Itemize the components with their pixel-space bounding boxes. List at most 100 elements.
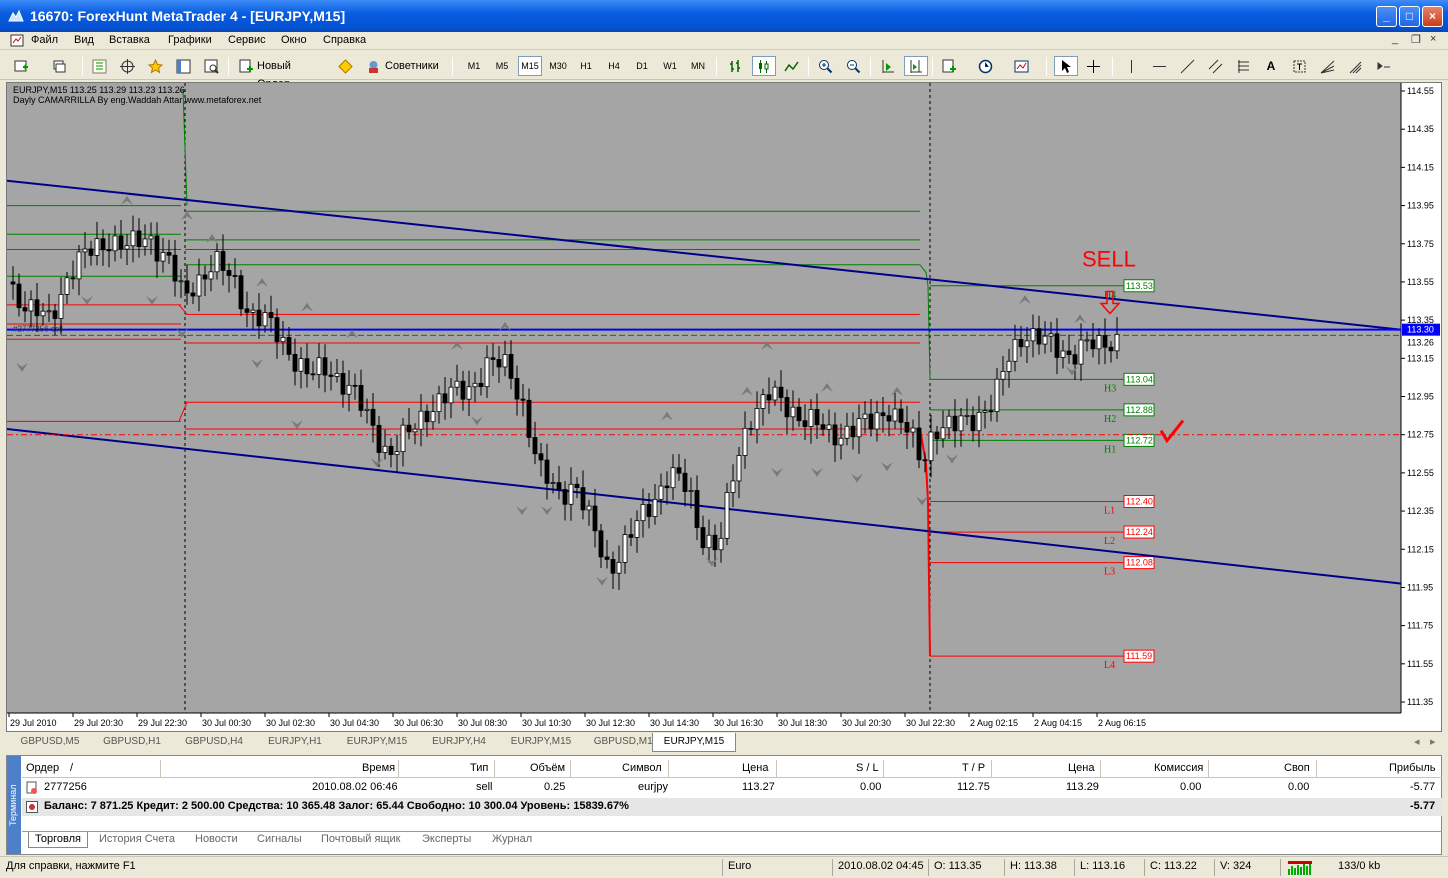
trendline-tool-button[interactable] <box>1176 56 1198 76</box>
chart-shift-button[interactable] <box>904 56 928 76</box>
favorites-button[interactable] <box>144 56 166 76</box>
maximize-button[interactable]: □ <box>1399 6 1420 27</box>
timeframe-m30[interactable]: M30 <box>546 56 570 76</box>
chart-tab-eurjpy-m15[interactable]: EURJPY,M15 <box>336 733 418 751</box>
col-order[interactable]: Ордер <box>26 762 59 774</box>
close-button[interactable]: × <box>1422 6 1443 27</box>
col-current-price[interactable]: Цена <box>1068 762 1094 774</box>
expert-advisors-button[interactable]: Советники <box>362 56 446 76</box>
timeframe-mn[interactable]: MN <box>686 56 710 76</box>
mdi-close-icon[interactable]: × <box>1430 33 1436 45</box>
terminal-tab-experts[interactable]: Эксперты <box>422 833 471 845</box>
timeframe-w1[interactable]: W1 <box>658 56 682 76</box>
chart-tab-eurjpy-m15-active[interactable]: EURJPY,M15 <box>652 733 736 752</box>
chart-tab-eurjpy-h4[interactable]: EURJPY,H4 <box>420 733 498 751</box>
col-tp[interactable]: T / P <box>962 762 985 774</box>
menu-insert[interactable]: Вставка <box>109 34 150 46</box>
chart-tab-eurjpy-m15-2[interactable]: EURJPY,M15 <box>500 733 582 751</box>
terminal-tab-mailbox[interactable]: Почтовый ящик <box>321 833 400 845</box>
terminal-side-label[interactable]: Терминал <box>7 756 21 854</box>
new-chart-button[interactable] <box>10 56 44 76</box>
candle-body <box>796 406 802 422</box>
candle-body <box>496 359 502 368</box>
timeframe-m1[interactable]: M1 <box>462 56 486 76</box>
chart-window[interactable]: 114.55 114.35 114.15 113.95 113.75 113.55 113.… <box>6 82 1442 732</box>
bar-chart-button[interactable] <box>724 56 748 76</box>
tabs-scroll-left-icon[interactable]: ◂ <box>1414 735 1420 748</box>
templates-button[interactable] <box>1010 56 1040 76</box>
col-sl[interactable]: S / L <box>856 762 879 774</box>
terminal-tab-account-history[interactable]: История Счета <box>99 833 175 845</box>
indicators-button[interactable] <box>938 56 968 76</box>
col-type[interactable]: Тип <box>470 762 488 774</box>
chart-tab-eurjpy-h1[interactable]: EURJPY,H1 <box>256 733 334 751</box>
camarilla-transition <box>178 402 188 422</box>
new-order-button[interactable]: Новый Ордер <box>234 56 330 90</box>
line-chart-button[interactable] <box>780 56 804 76</box>
horizontal-line-tool-button[interactable] <box>1148 56 1170 76</box>
vertical-line-tool-button[interactable] <box>1120 56 1142 76</box>
terminal-button[interactable] <box>172 56 194 76</box>
chart-tab-gbpusd-h4[interactable]: GBPUSD,H4 <box>174 733 254 751</box>
fib-fan-tool-button[interactable] <box>1316 56 1338 76</box>
status-profile[interactable]: Euro <box>728 860 751 872</box>
col-volume[interactable]: Объём <box>530 762 565 774</box>
candle-body <box>1102 335 1108 348</box>
col-profit[interactable]: Прибыль <box>1389 762 1436 774</box>
equidistant-channel-tool-button[interactable] <box>1204 56 1226 76</box>
terminal-tab-news[interactable]: Новости <box>195 833 238 845</box>
timeframe-d1[interactable]: D1 <box>630 56 654 76</box>
more-tools-button[interactable] <box>1372 56 1402 76</box>
navigator-button[interactable] <box>116 56 138 76</box>
fractal-up-arrow <box>301 302 313 312</box>
minimize-button[interactable]: _ <box>1376 6 1397 27</box>
menu-window[interactable]: Окно <box>281 34 307 46</box>
col-symbol[interactable]: Символ <box>622 762 662 774</box>
menu-file[interactable]: Файл <box>31 34 58 46</box>
chart-tab-gbpusd-m5[interactable]: GBPUSD,M5 <box>10 733 90 751</box>
fib-arcs-icon <box>1349 61 1362 74</box>
tabs-scroll-right-icon[interactable]: ▸ <box>1430 735 1436 748</box>
price-chart[interactable]: 114.55 114.35 114.15 113.95 113.75 113.55 113.… <box>7 83 1441 731</box>
col-commission[interactable]: Комиссия <box>1154 762 1203 774</box>
fib-arcs-tool-button[interactable] <box>1344 56 1366 76</box>
candlestick-chart-button[interactable] <box>752 56 776 76</box>
menu-tools[interactable]: Сервис <box>228 34 266 46</box>
order-tp[interactable]: 112.75 <box>957 781 990 793</box>
text-label-tool-button[interactable] <box>1288 56 1310 76</box>
zoom-out-button[interactable] <box>842 56 866 76</box>
tester-button[interactable] <box>200 56 222 76</box>
col-time[interactable]: Время <box>362 762 395 774</box>
terminal-tab-signals[interactable]: Сигналы <box>257 833 302 845</box>
timeframe-h4[interactable]: H4 <box>602 56 626 76</box>
timeframe-m15[interactable]: M15 <box>518 56 542 76</box>
chart-tab-gbpusd-h1[interactable]: GBPUSD,H1 <box>92 733 172 751</box>
mdi-minimize-icon[interactable]: _ <box>1392 33 1398 45</box>
zoom-in-button[interactable] <box>814 56 838 76</box>
profiles-button[interactable] <box>48 56 78 76</box>
auto-scroll-button[interactable] <box>876 56 900 76</box>
mdi-restore-icon[interactable]: ❐ <box>1411 33 1421 46</box>
market-watch-button[interactable] <box>88 56 110 76</box>
order-sl[interactable]: 0.00 <box>860 781 881 793</box>
window-title-bar[interactable]: 16670: ForexHunt MetaTrader 4 - [EURJPY,… <box>0 0 1448 32</box>
menu-view[interactable]: Вид <box>74 34 94 46</box>
crosshair-tool-button[interactable] <box>1082 56 1106 76</box>
order-row[interactable]: 2777256 2010.08.02 06:46 sell 0.25 eurjp… <box>22 779 1442 797</box>
col-swap[interactable]: Своп <box>1284 762 1310 774</box>
menu-charts[interactable]: Графики <box>168 34 212 46</box>
timeframe-h1[interactable]: H1 <box>574 56 598 76</box>
col-price[interactable]: Цена <box>742 762 768 774</box>
candle-body <box>100 238 106 251</box>
connection-status-icon[interactable] <box>1288 861 1312 875</box>
terminal-tab-trade[interactable]: Торговля <box>28 832 88 848</box>
fibonacci-tool-button[interactable] <box>1232 56 1254 76</box>
menu-help[interactable]: Справка <box>323 34 366 46</box>
text-tool-button[interactable]: A <box>1260 56 1282 76</box>
periods-button[interactable] <box>974 56 1004 76</box>
candle-body <box>874 412 880 430</box>
timeframe-m5[interactable]: M5 <box>490 56 514 76</box>
terminal-tab-journal[interactable]: Журнал <box>492 833 532 845</box>
cursor-tool-button[interactable] <box>1054 56 1078 76</box>
meta-editor-button[interactable] <box>334 56 358 76</box>
